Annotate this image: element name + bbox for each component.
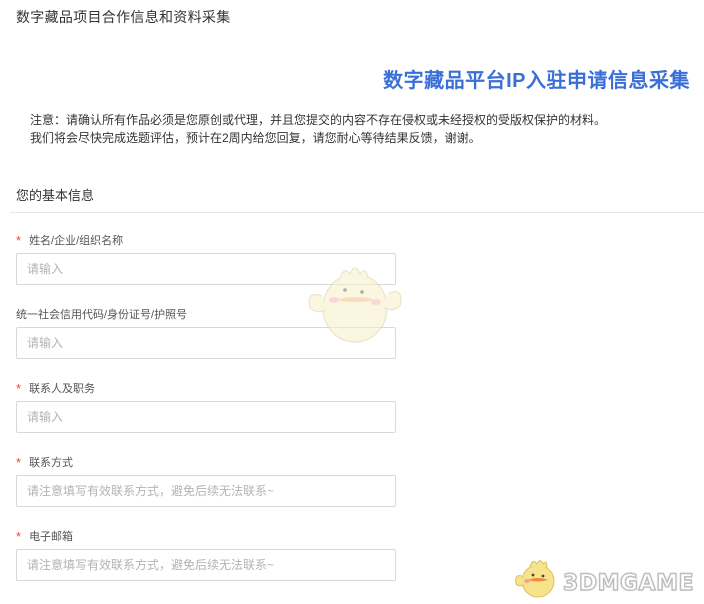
field-label: * 联系方式 (16, 456, 396, 470)
field-label-text: 联系方式 (29, 457, 74, 469)
field-contact-person: * 联系人及职务 (16, 382, 396, 433)
required-mark: * (16, 455, 22, 470)
notice-line-2: 我们将会尽快完成选题评估，预计在2周内给您回复，请您耐心等待结果反馈，谢谢。 (30, 131, 481, 145)
field-label: * 联系人及职务 (16, 382, 396, 396)
required-mark: * (16, 529, 22, 544)
field-label: * 姓名/企业/组织名称 (16, 234, 396, 248)
form-title: 数字藏品平台IP入驻申请信息采集 (383, 70, 690, 92)
watermark-brand: 3DMGAME (562, 570, 694, 596)
field-label: * 电子邮箱 (16, 530, 396, 544)
notice-line-1: 注意：请确认所有作品必须是您原创或代理，并且您提交的内容不存在侵权或未经授权的受… (30, 113, 607, 127)
email-input[interactable] (16, 549, 396, 581)
section-divider (10, 212, 704, 213)
field-label-text: 电子邮箱 (29, 531, 74, 543)
chick-logo-icon (515, 560, 555, 598)
chick-mascot-icon (308, 267, 402, 343)
contact-method-input[interactable] (16, 475, 396, 507)
page-header: 数字藏品项目合作信息和资料采集 (16, 9, 231, 25)
field-label-text: 姓名/企业/组织名称 (29, 235, 124, 247)
required-mark: * (16, 233, 22, 248)
contact-person-input[interactable] (16, 401, 396, 433)
required-mark: * (16, 381, 22, 396)
field-email: * 电子邮箱 (16, 530, 396, 581)
notice-text: 注意：请确认所有作品必须是您原创或代理，并且您提交的内容不存在侵权或未经授权的受… (30, 111, 606, 147)
field-contact-method: * 联系方式 (16, 456, 396, 507)
section-title: 您的基本信息 (16, 188, 95, 203)
field-label-text: 统一社会信用代码/身份证号/护照号 (16, 309, 188, 321)
field-label-text: 联系人及职务 (29, 383, 96, 395)
